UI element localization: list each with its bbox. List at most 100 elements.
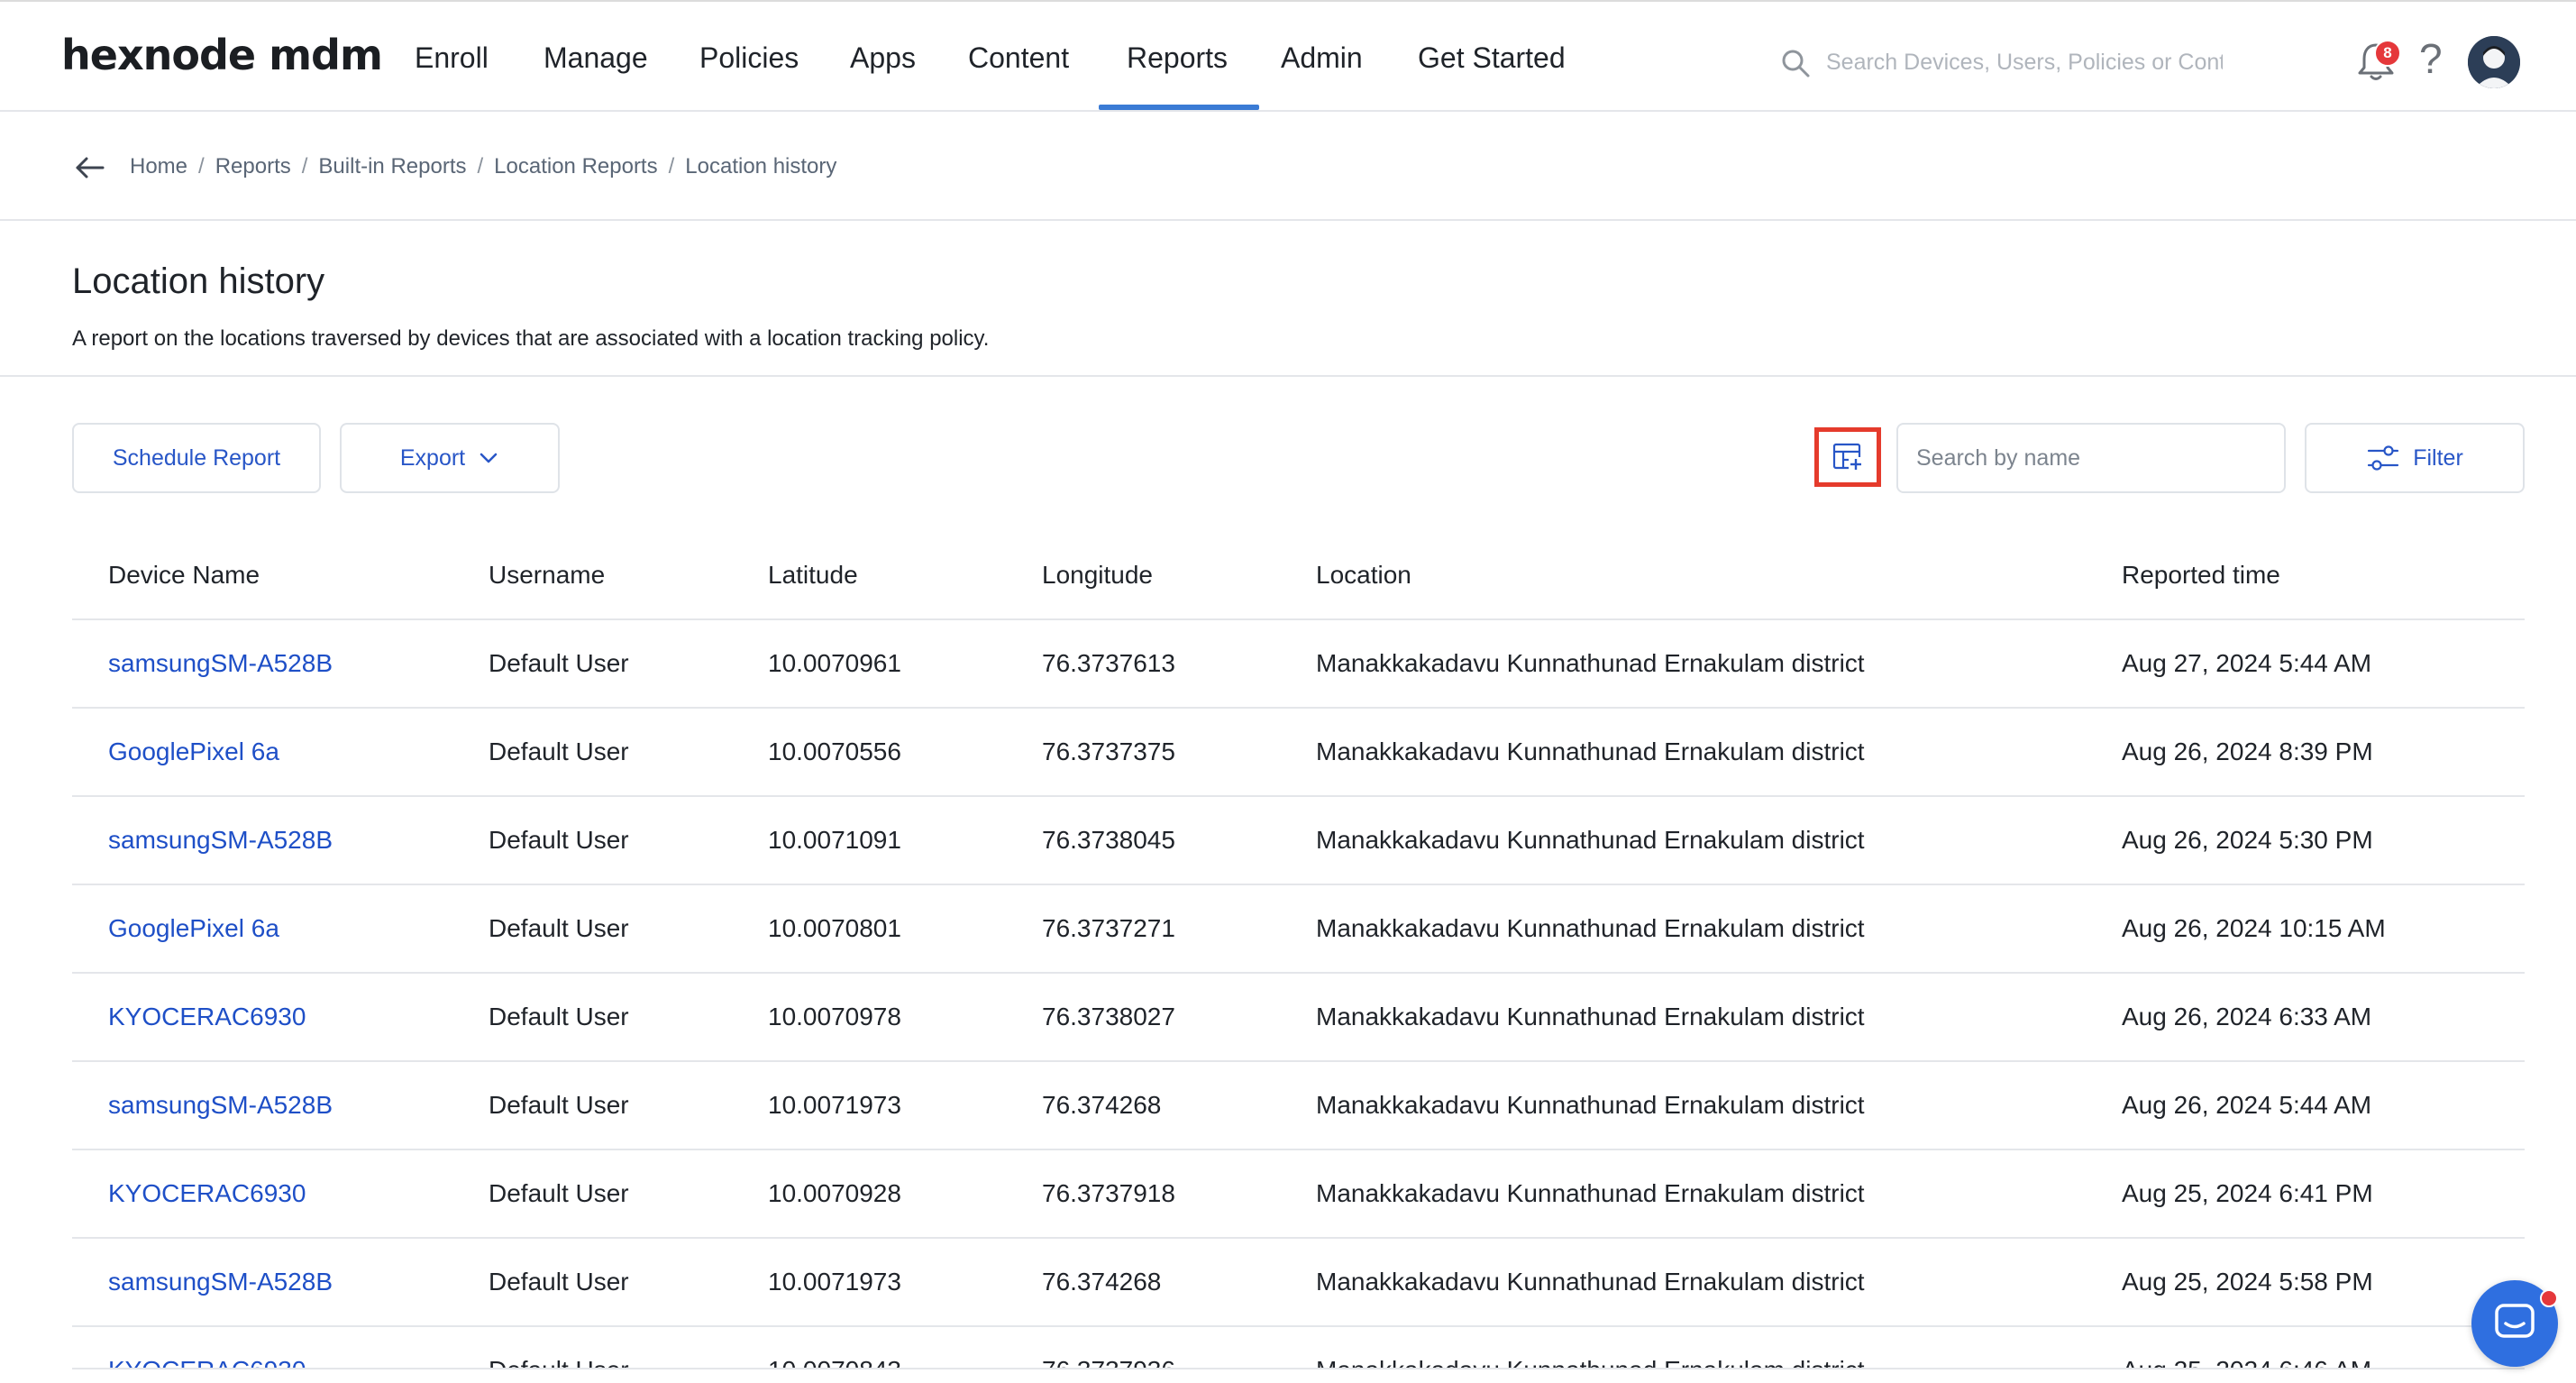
reported-time-cell: Aug 27, 2024 5:44 AM — [2122, 619, 2525, 709]
filter-sliders-icon — [2368, 445, 2399, 471]
chat-icon — [2495, 1304, 2535, 1338]
page-title: Location history — [72, 261, 325, 301]
nav-manage[interactable]: Manage — [544, 41, 648, 75]
export-button[interactable]: Export — [340, 423, 560, 493]
top-navigation-bar: hexnode mdm Enroll Manage Policies Apps … — [0, 0, 2576, 112]
nav-policies[interactable]: Policies — [699, 41, 799, 75]
latitude-cell: 10.0070961 — [768, 619, 1042, 709]
table-columns-icon — [1832, 443, 1863, 472]
page-description: A report on the locations traversed by d… — [72, 326, 990, 351]
filter-button[interactable]: Filter — [2305, 423, 2525, 493]
device-name-cell: KYOCERAC6930 — [72, 1326, 489, 1369]
column-header-latitude[interactable]: Latitude — [768, 532, 1042, 620]
device-name-cell: GooglePixel 6a — [72, 708, 489, 797]
breadcrumb-current: Location history — [685, 154, 837, 179]
username-cell: Default User — [489, 1149, 768, 1239]
user-avatar-icon — [2468, 36, 2520, 88]
reported-time-cell: Aug 26, 2024 8:39 PM — [2122, 708, 2525, 797]
username-cell: Default User — [489, 796, 768, 885]
hexnode-logo[interactable]: hexnode mdm — [61, 31, 383, 79]
nav-reports[interactable]: Reports — [1127, 41, 1228, 75]
reported-time-cell: Aug 26, 2024 5:44 AM — [2122, 1061, 2525, 1150]
reported-time-cell: Aug 26, 2024 6:33 AM — [2122, 973, 2525, 1062]
breadcrumb-location-reports[interactable]: Location Reports — [494, 154, 657, 179]
breadcrumb-separator: / — [477, 154, 484, 179]
schedule-report-button[interactable]: Schedule Report — [72, 423, 321, 493]
breadcrumb: Home / Reports / Built-in Reports / Location R… — [130, 154, 836, 179]
table-row: samsungSM-A528B Default User 10.0071973 … — [72, 1061, 2525, 1150]
device-name-cell: samsungSM-A528B — [72, 796, 489, 885]
username-cell: Default User — [489, 1061, 768, 1150]
device-name-cell: samsungSM-A528B — [72, 619, 489, 709]
device-link[interactable]: KYOCERAC6930 — [108, 1356, 306, 1369]
location-cell: Manakkakadavu Kunnathunad Ernakulam dist… — [1316, 1061, 2122, 1150]
longitude-cell: 76.3737375 — [1042, 708, 1316, 797]
filter-label: Filter — [2413, 444, 2463, 471]
table-row: KYOCERAC6930 Default User 10.0070978 76.… — [72, 973, 2525, 1062]
back-arrow-icon[interactable] — [72, 150, 108, 186]
help-icon[interactable]: ? — [2419, 34, 2443, 83]
device-link[interactable]: samsungSM-A528B — [108, 649, 333, 677]
column-header-reported-time[interactable]: Reported time — [2122, 532, 2525, 620]
column-header-location[interactable]: Location — [1316, 532, 2122, 620]
username-cell: Default User — [489, 1238, 768, 1327]
latitude-cell: 10.0070978 — [768, 973, 1042, 1062]
column-settings-button[interactable] — [1814, 427, 1881, 487]
schedule-report-label: Schedule Report — [112, 444, 281, 471]
table-row: samsungSM-A528B Default User 10.0071973 … — [72, 1238, 2525, 1327]
nav-enroll[interactable]: Enroll — [415, 41, 489, 75]
username-cell: Default User — [489, 884, 768, 974]
device-link[interactable]: KYOCERAC6930 — [108, 1179, 306, 1207]
device-name-cell: KYOCERAC6930 — [72, 973, 489, 1062]
breadcrumb-separator: / — [301, 154, 308, 179]
search-by-name-input[interactable] — [1896, 423, 2286, 493]
device-link[interactable]: samsungSM-A528B — [108, 1091, 333, 1119]
reported-time-cell: Aug 26, 2024 5:30 PM — [2122, 796, 2525, 885]
notification-badge: 8 — [2374, 40, 2401, 67]
device-link[interactable]: samsungSM-A528B — [108, 1268, 333, 1296]
username-cell: Default User — [489, 973, 768, 1062]
global-search-input[interactable] — [1824, 41, 2224, 83]
nav-admin[interactable]: Admin — [1281, 41, 1363, 75]
table-row: GooglePixel 6a Default User 10.0070556 7… — [72, 708, 2525, 797]
location-cell: Manakkakadavu Kunnathunad Ernakulam dist… — [1316, 1238, 2122, 1327]
location-history-table-container[interactable]: Device Name Username Latitude Longitude … — [72, 532, 2525, 1369]
nav-apps[interactable]: Apps — [850, 41, 916, 75]
breadcrumb-built-in-reports[interactable]: Built-in Reports — [318, 154, 466, 179]
breadcrumb-home[interactable]: Home — [130, 154, 187, 179]
reported-time-cell: Aug 25, 2024 6:41 PM — [2122, 1149, 2525, 1239]
column-header-longitude[interactable]: Longitude — [1042, 532, 1316, 620]
column-header-username[interactable]: Username — [489, 532, 768, 620]
location-cell: Manakkakadavu Kunnathunad Ernakulam dist… — [1316, 1149, 2122, 1239]
longitude-cell: 76.3738045 — [1042, 796, 1316, 885]
avatar[interactable] — [2468, 36, 2520, 88]
nav-get-started[interactable]: Get Started — [1418, 41, 1566, 75]
location-history-table: Device Name Username Latitude Longitude … — [72, 532, 2525, 1369]
export-label: Export — [399, 444, 466, 471]
device-link[interactable]: GooglePixel 6a — [108, 737, 279, 765]
search-icon — [1782, 50, 1810, 78]
latitude-cell: 10.0071973 — [768, 1238, 1042, 1327]
username-cell: Default User — [489, 1326, 768, 1369]
location-cell: Manakkakadavu Kunnathunad Ernakulam dist… — [1316, 708, 2122, 797]
device-link[interactable]: KYOCERAC6930 — [108, 1003, 306, 1030]
device-link[interactable]: samsungSM-A528B — [108, 826, 333, 854]
location-cell: Manakkakadavu Kunnathunad Ernakulam dist… — [1316, 884, 2122, 974]
latitude-cell: 10.0070801 — [768, 884, 1042, 974]
latitude-cell: 10.0071973 — [768, 1061, 1042, 1150]
table-scroll-edge — [72, 1368, 2525, 1369]
latitude-cell: 10.0070556 — [768, 708, 1042, 797]
device-link[interactable]: GooglePixel 6a — [108, 914, 279, 942]
longitude-cell: 76.3737918 — [1042, 1149, 1316, 1239]
device-name-cell: samsungSM-A528B — [72, 1061, 489, 1150]
breadcrumb-separator: / — [198, 154, 205, 179]
location-cell: Manakkakadavu Kunnathunad Ernakulam dist… — [1316, 619, 2122, 709]
table-row: KYOCERAC6930 Default User 10.0070928 76.… — [72, 1149, 2525, 1239]
nav-content[interactable]: Content — [968, 41, 1069, 75]
longitude-cell: 76.374268 — [1042, 1061, 1316, 1150]
chat-unread-dot — [2540, 1289, 2558, 1307]
breadcrumb-reports[interactable]: Reports — [215, 154, 291, 179]
header-divider — [0, 375, 2576, 377]
location-cell: Manakkakadavu Kunnathunad Ernakulam dist… — [1316, 1326, 2122, 1369]
column-header-device-name[interactable]: Device Name — [72, 532, 489, 620]
